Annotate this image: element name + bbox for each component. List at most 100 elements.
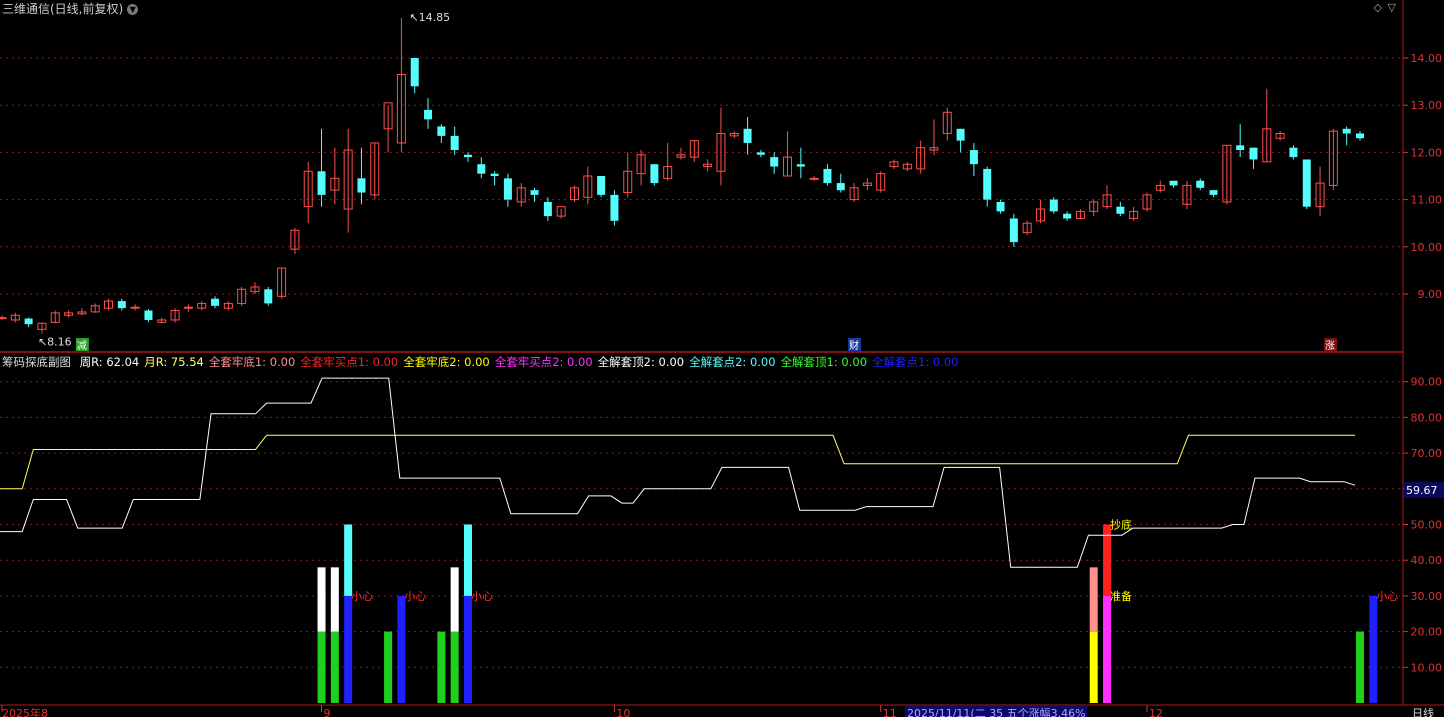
sub-tick-label: 30.00 [1411, 590, 1443, 603]
price-tick-label: 10.00 [1411, 241, 1443, 254]
candle-down [597, 176, 606, 195]
high-price-label: ↖14.85 [409, 11, 450, 24]
candle-down [1169, 180, 1178, 186]
x-axis-label: 2025年8 [2, 706, 48, 717]
legend-item: 月R: 75.54 [144, 355, 204, 369]
candle-down [1342, 128, 1351, 134]
bar-annotation: 小心 [404, 590, 426, 603]
candle-up [183, 306, 193, 309]
legend-item: 全解套点1: 0.00 [872, 355, 959, 369]
indicator-bar [317, 631, 326, 703]
sub-chart-title: 筹码探底副图 [2, 355, 71, 369]
legend-item: 全套牢买点2: 0.00 [494, 355, 593, 369]
candle-down [743, 128, 752, 143]
chart-title: 三维通信(日线,前复权) ▼ [2, 0, 139, 17]
candle-down [1356, 133, 1364, 139]
sub-tick-label: 50.00 [1411, 519, 1443, 532]
indicator-bar [317, 567, 326, 632]
legend-item: 全解套顶2: 0.00 [597, 355, 685, 369]
indicator-bar [397, 595, 406, 703]
x-axis-label: 12 [1149, 707, 1163, 717]
low-price-label: ↖8.16 [38, 336, 72, 349]
candle-down [650, 164, 659, 184]
indicator-bar [1369, 595, 1378, 703]
diamond-icon[interactable]: ◇ [1374, 1, 1382, 14]
indicator-bar [450, 567, 459, 632]
indicator-bar [1356, 631, 1364, 703]
legend-item: 周R: 62.04 [79, 355, 140, 369]
candle-up [809, 177, 819, 180]
marker-label: 涨 [1325, 340, 1335, 352]
bar-annotation: 准备 [1110, 589, 1132, 603]
current-value-label: 59.67 [1406, 484, 1438, 497]
candle-down [1289, 147, 1298, 158]
indicator-legend: 筹码探底副图 周R: 62.04 月R: 75.54 全套牢底1: 0.00 全套牢买… [2, 354, 968, 370]
price-tick-label: 9.00 [1418, 288, 1443, 301]
sub-tick-label: 20.00 [1411, 626, 1443, 639]
collapse-icon[interactable]: ▽ [1388, 1, 1396, 14]
indicator-bar [384, 631, 393, 703]
bar-annotation: 小心 [471, 590, 493, 603]
candle-down [543, 201, 552, 217]
candle-down [424, 109, 433, 120]
candle-down [996, 201, 1005, 212]
sub-tick-label: 80.00 [1411, 411, 1443, 424]
candle-down [956, 128, 965, 141]
indicator-bar [1089, 567, 1098, 632]
candle-down [490, 173, 499, 176]
candle-down [969, 150, 978, 165]
candle-down [530, 190, 539, 195]
candle-down [357, 178, 366, 193]
indicator-bar [463, 595, 472, 703]
indicator-bar [463, 524, 472, 596]
legend-item: 全套牢底2: 0.00 [403, 355, 490, 369]
candle-down [1049, 199, 1058, 212]
legend-item: 全解套点2: 0.00 [689, 355, 776, 369]
candle-down [503, 178, 512, 200]
x-axis-label: 11 [883, 707, 897, 717]
legend-items: 周R: 62.04 月R: 75.54 全套牢底1: 0.00 全套牢买点1: 0.0… [80, 355, 964, 369]
candle-down [1009, 218, 1018, 243]
indicator-bar [450, 631, 459, 703]
candle-down [770, 157, 779, 167]
indicator-bar [1103, 595, 1112, 703]
chevron-down-icon[interactable]: ▼ [127, 4, 139, 15]
x-axis-label: 10 [616, 707, 630, 717]
candle-down [1302, 159, 1311, 207]
monthly-r-line [0, 434, 1355, 490]
weekly-r-line [0, 377, 1356, 568]
candle-down [24, 318, 33, 325]
candle-down [796, 164, 805, 167]
candle-down [211, 298, 220, 306]
candle-down [144, 310, 153, 320]
sub-tick-label: 90.00 [1411, 376, 1443, 389]
candle-down [610, 194, 619, 221]
candle-down [450, 135, 459, 151]
x-axis-label: 9 [324, 707, 331, 717]
sub-tick-label: 40.00 [1411, 554, 1443, 567]
candle-down [264, 289, 273, 304]
marker-label: 减 [77, 340, 87, 352]
bar-annotation: 小心 [351, 590, 373, 603]
period-label[interactable]: 日线 [1412, 706, 1434, 717]
legend-item: 全套牢底1: 0.00 [208, 355, 296, 369]
candle-up [0, 317, 7, 320]
price-tick-label: 14.00 [1411, 52, 1443, 65]
indicator-bar [330, 567, 339, 632]
sub-tick-label: 70.00 [1411, 447, 1443, 460]
price-tick-label: 12.00 [1411, 146, 1443, 159]
legend-item: 全解套顶1: 0.00 [780, 355, 868, 369]
candle-down [1116, 206, 1125, 214]
indicator-bar [344, 524, 353, 596]
date-status-label: 2025/11/11(二 35 五个涨幅3.46% [907, 707, 1086, 717]
bar-annotation: 小心 [1376, 590, 1398, 603]
candle-down [477, 164, 486, 174]
marker-label: 财 [849, 339, 859, 352]
stock-title: 三维通信(日线,前复权) [2, 2, 124, 16]
bar-annotation: 抄底 [1110, 518, 1132, 532]
candle-down [463, 154, 472, 158]
indicator-bar [330, 631, 339, 703]
sub-tick-label: 10.00 [1411, 661, 1443, 674]
candle-up [130, 306, 140, 309]
candle-down [410, 58, 419, 87]
